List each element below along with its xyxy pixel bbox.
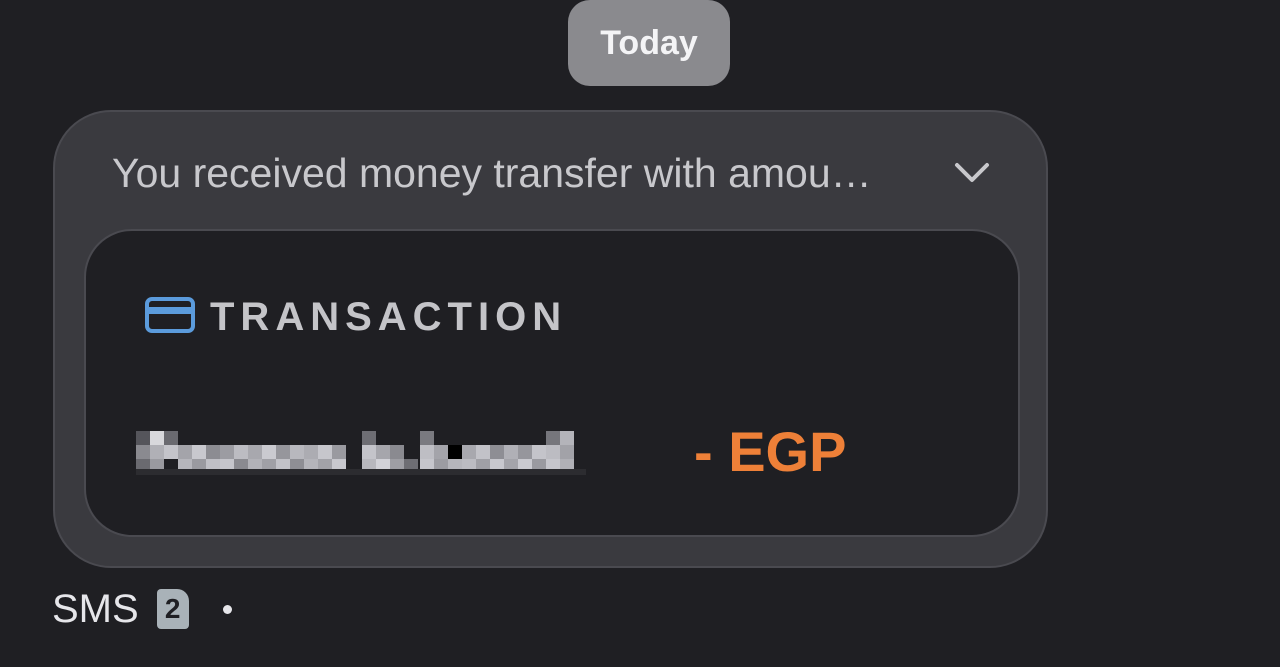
redacted-sender-name — [136, 423, 586, 479]
transaction-detail-row: - EGP — [136, 419, 896, 483]
chevron-down-icon[interactable] — [952, 153, 992, 193]
transaction-card-header: TRANSACTION — [144, 295, 567, 340]
transaction-amount: - EGP — [694, 419, 847, 483]
message-preview-row[interactable]: You received money transfer with amou… — [112, 148, 992, 198]
credit-card-icon — [144, 296, 196, 339]
message-channel-label: SMS — [52, 586, 139, 631]
conversation-view: Today You received money transfer with a… — [0, 0, 1280, 667]
date-separator: Today — [568, 0, 730, 86]
separator-dot — [222, 604, 232, 614]
sim-card-icon: 2 — [156, 589, 189, 629]
transaction-card-title: TRANSACTION — [210, 295, 568, 339]
message-bubble[interactable]: You received money transfer with amou… T… — [53, 110, 1048, 568]
transaction-card[interactable]: TRANSACTION - EGP — [84, 229, 1020, 537]
message-meta: SMS 2 — [52, 586, 232, 632]
message-preview-text: You received money transfer with amou… — [112, 149, 872, 196]
